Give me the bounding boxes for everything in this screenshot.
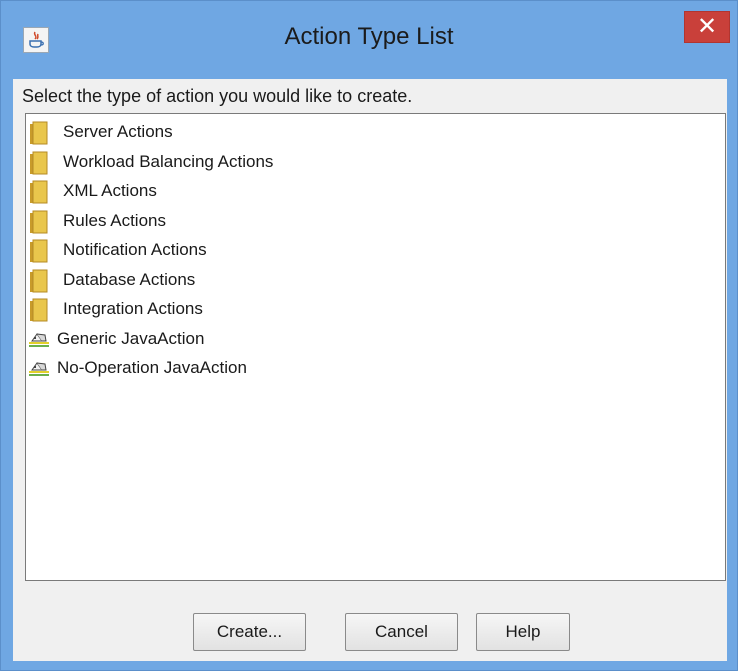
folder-icon (30, 298, 48, 322)
folder-icon (30, 151, 48, 175)
title-bar[interactable]: Action Type List (1, 1, 737, 79)
close-button[interactable]: ✕ (684, 11, 730, 43)
folder-icon (30, 239, 48, 263)
tree-item-generic-javaaction[interactable]: Generic JavaAction (26, 325, 725, 355)
tree-item-database-actions[interactable]: Database Actions (26, 266, 725, 296)
tree-item-label: Database Actions (63, 270, 196, 289)
action-type-list-dialog: Action Type List ✕ Select the type of ac… (0, 0, 738, 671)
tree-item-label: XML Actions (63, 181, 157, 200)
tree-item-rules-actions[interactable]: Rules Actions (26, 207, 725, 237)
tree-item-label: Notification Actions (63, 240, 207, 259)
tree-item-no-operation-javaaction[interactable]: No-Operation JavaAction (26, 354, 725, 384)
close-icon: ✕ (696, 12, 718, 40)
tree-item-label: Workload Balancing Actions (63, 152, 274, 171)
instruction-text: Select the type of action you would like… (22, 86, 413, 106)
java-action-icon (29, 333, 49, 347)
tree-item-xml-actions[interactable]: XML Actions (26, 177, 725, 207)
folder-icon (30, 269, 48, 293)
window-title: Action Type List (284, 23, 454, 50)
create-button[interactable]: Create... (193, 613, 306, 651)
help-button[interactable]: Help (476, 613, 570, 651)
tree-item-server-actions[interactable]: Server Actions (26, 118, 725, 148)
tree-item-label: No-Operation JavaAction (57, 358, 247, 377)
tree-item-label: Integration Actions (63, 299, 203, 318)
tree-item-label: Rules Actions (63, 211, 166, 230)
tree-item-label: Server Actions (63, 122, 173, 141)
java-action-icon (29, 362, 49, 376)
tree-item-workload-balancing-actions[interactable]: Workload Balancing Actions (26, 148, 725, 178)
folder-icon (30, 121, 48, 145)
cancel-button[interactable]: Cancel (345, 613, 458, 651)
tree-item-label: Generic JavaAction (57, 329, 205, 348)
folder-icon (30, 210, 48, 234)
tree-item-integration-actions[interactable]: Integration Actions (26, 295, 725, 325)
folder-icon (30, 180, 48, 204)
action-type-tree[interactable]: Server Actions Workload Balancing Action… (25, 113, 726, 581)
tree-item-notification-actions[interactable]: Notification Actions (26, 236, 725, 266)
